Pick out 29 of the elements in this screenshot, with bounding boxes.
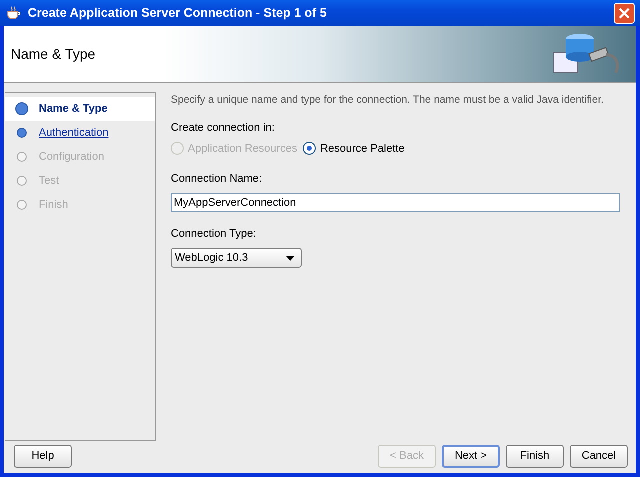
page-title: Name & Type — [11, 46, 96, 62]
field-label: Create connection in: — [171, 122, 276, 134]
dropdown[interactable]: WebLogic 10.3 — [171, 248, 302, 268]
step-dot-icon — [15, 126, 29, 140]
caret-icon — [286, 256, 295, 260]
step-dot-icon — [15, 198, 29, 212]
button[interactable]: Cancel — [570, 444, 628, 468]
field-label: Connection Name: — [171, 173, 264, 185]
field-label: Connection Type: — [171, 228, 258, 240]
step-item: Finish — [5, 193, 155, 217]
step-dot-icon — [15, 150, 29, 164]
button[interactable]: Help — [14, 444, 72, 468]
step-item[interactable]: Name & Type — [5, 97, 155, 121]
step-dot-icon — [15, 102, 29, 116]
button[interactable]: Finish — [506, 444, 564, 468]
button[interactable]: Next > — [442, 444, 500, 468]
window-title: Create Application Server Connection - Step 1 of 5 — [28, 6, 328, 20]
step-item[interactable]: Authentication — [5, 121, 155, 145]
close-icon — [619, 8, 630, 18]
step-dot-icon — [15, 174, 29, 188]
button: < Back — [378, 444, 436, 468]
instruction-text: Specify a unique name and type for the connection. The name must be a valid Java identifier. — [171, 94, 605, 106]
close-button[interactable] — [614, 2, 635, 24]
cup-icon — [6, 6, 22, 20]
radio-button[interactable]: Resource Palette — [303, 142, 405, 155]
input-field[interactable]: MyAppServerConnection — [171, 193, 620, 212]
step-item: Configuration — [5, 145, 155, 169]
step-item: Test — [5, 169, 155, 193]
radio-button: Application Resources — [171, 142, 298, 155]
